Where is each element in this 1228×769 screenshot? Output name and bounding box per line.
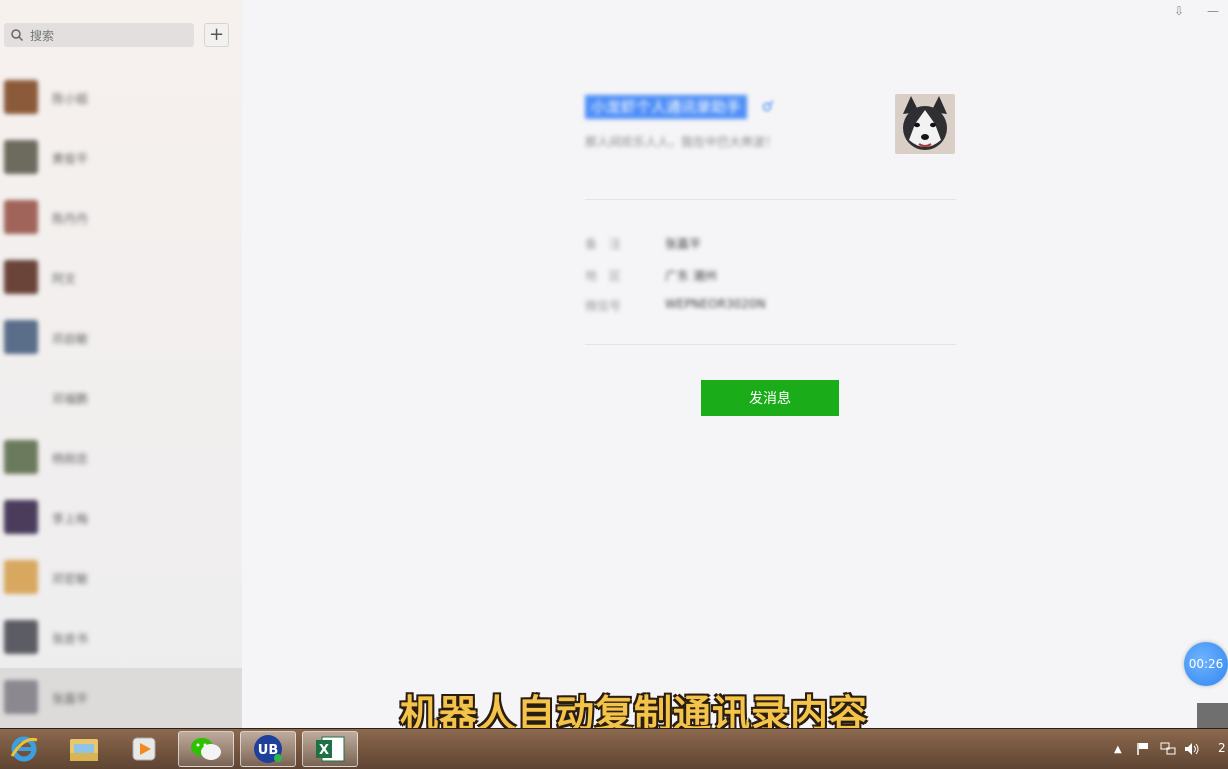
recording-timer[interactable]: 00:26 <box>1184 642 1228 686</box>
avatar <box>4 380 38 414</box>
minimize-button[interactable]: — <box>1207 4 1219 18</box>
gender-icon <box>762 100 774 112</box>
search-box[interactable] <box>4 23 194 47</box>
avatar <box>4 260 38 294</box>
excel-icon[interactable]: X <box>302 731 358 767</box>
network-icon[interactable] <box>1160 729 1176 769</box>
send-message-button[interactable]: 发消息 <box>701 380 839 416</box>
contact-list: 陈小姐 黄俊平 陈丹丹 阿文 邓启敏 邓福鹏 杨刚忠 李上梅 邓宏敏 张皮书 张… <box>0 68 242 728</box>
contact-item[interactable]: 陈丹丹 <box>0 188 242 248</box>
wechat-icon[interactable] <box>178 731 234 767</box>
explorer-icon[interactable] <box>56 731 112 767</box>
profile-name: 小龙虾个人通讯录助手 <box>585 95 748 119</box>
taskbar: UB X ▲ 2 <box>0 728 1228 769</box>
contact-name: 陈小姐 <box>52 92 89 106</box>
contact-name: 黄俊平 <box>52 152 89 166</box>
remark-label: 备 注 <box>585 237 622 251</box>
avatar <box>4 440 38 474</box>
contact-item[interactable]: 邓宏敏 <box>0 548 242 608</box>
contact-name: 张皮书 <box>52 632 89 646</box>
contact-item-selected[interactable]: 张嘉平 <box>0 668 242 728</box>
contact-item[interactable]: 邓福鹏 <box>0 368 242 428</box>
contact-name: 阿文 <box>52 272 77 286</box>
contact-item[interactable]: 李上梅 <box>0 488 242 548</box>
profile-avatar[interactable] <box>895 94 955 154</box>
add-contact-button[interactable]: + <box>204 23 229 47</box>
divider <box>585 199 956 200</box>
volume-icon[interactable] <box>1184 729 1200 769</box>
contact-item[interactable]: 张皮书 <box>0 608 242 668</box>
contact-name: 陈丹丹 <box>52 212 89 226</box>
avatar <box>4 200 38 234</box>
avatar <box>4 500 38 534</box>
divider <box>585 344 956 345</box>
media-player-icon[interactable] <box>116 731 172 767</box>
contact-item[interactable]: 杨刚忠 <box>0 428 242 488</box>
avatar <box>4 560 38 594</box>
contact-item[interactable]: 黄俊平 <box>0 128 242 188</box>
svg-text:X: X <box>319 743 329 758</box>
remark-value: 张嘉平 <box>665 237 702 251</box>
husky-avatar-image <box>895 94 955 154</box>
wechat-id-label: 微信号 <box>585 299 622 313</box>
avatar <box>4 80 38 114</box>
ie-icon[interactable] <box>0 731 52 767</box>
region-label: 地 区 <box>585 269 622 283</box>
sidebar: + 陈小姐 黄俊平 陈丹丹 阿文 邓启敏 邓福鹏 杨刚忠 <box>0 0 242 728</box>
contact-name: 李上梅 <box>52 512 89 526</box>
region-value: 广东 潮州 <box>665 269 717 283</box>
contact-name: 邓福鹏 <box>52 392 89 406</box>
avatar <box>4 620 38 654</box>
contact-item[interactable]: 陈小姐 <box>0 68 242 128</box>
corner-widget <box>1197 703 1228 728</box>
avatar <box>4 320 38 354</box>
contact-name: 邓启敏 <box>52 332 89 346</box>
contact-item[interactable]: 邓启敏 <box>0 308 242 368</box>
contact-name: 杨刚忠 <box>52 452 89 466</box>
avatar <box>4 680 38 714</box>
contact-name: 张嘉平 <box>52 692 89 706</box>
profile-signature: 那人间欢乐人人，我在中巴大奔波！ <box>585 135 778 149</box>
show-hidden-icons-icon[interactable]: ▲ <box>1114 729 1122 769</box>
action-center-flag-icon[interactable] <box>1136 729 1150 769</box>
avatar <box>4 140 38 174</box>
contact-item[interactable]: 阿文 <box>0 248 242 308</box>
clock[interactable]: 2 <box>1218 741 1226 755</box>
search-icon <box>11 29 24 42</box>
search-input[interactable] <box>28 25 192 47</box>
pin-icon[interactable]: ⇩ <box>1174 4 1184 18</box>
uibot-icon[interactable]: UB <box>240 731 296 767</box>
wechat-id-value: WEPNEOR3020N <box>665 297 766 311</box>
contact-name: 邓宏敏 <box>52 572 89 586</box>
